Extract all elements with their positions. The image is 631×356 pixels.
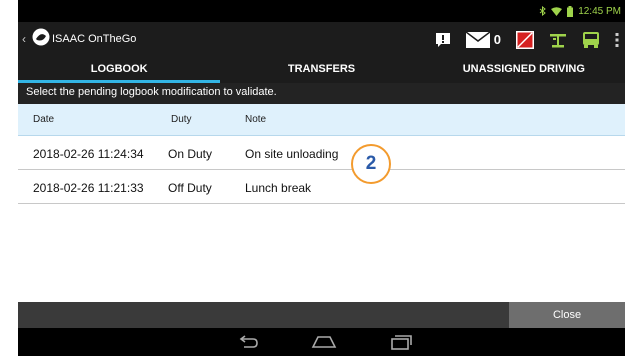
nav-back-icon[interactable] bbox=[239, 334, 259, 350]
device-screen: 12:45 PM ‹ ISAAC OnTheGo 0 LOGBOOK TRANS… bbox=[18, 0, 625, 356]
signal-tower-icon bbox=[550, 33, 566, 47]
message-count: 0 bbox=[493, 32, 501, 47]
callout-badge: 2 bbox=[351, 144, 391, 184]
logbook-table: Date Duty Note 2018-02-26 11:24:34 On Du… bbox=[18, 104, 625, 302]
instruction-text: Select the pending logbook modification … bbox=[18, 83, 625, 104]
tab-unassigned-driving[interactable]: UNASSIGNED DRIVING bbox=[423, 57, 625, 83]
vehicle-button[interactable] bbox=[582, 31, 600, 49]
status-indicators: 12:45 PM bbox=[539, 2, 621, 20]
row-duty: Off Duty bbox=[168, 181, 212, 195]
notepad-icon bbox=[516, 30, 534, 49]
back-icon[interactable]: ‹ bbox=[22, 32, 26, 46]
tab-bar: LOGBOOK TRANSFERS UNASSIGNED DRIVING bbox=[18, 57, 625, 83]
nav-recents-icon[interactable] bbox=[390, 334, 412, 350]
close-button[interactable]: Close bbox=[509, 302, 625, 328]
overflow-menu-icon bbox=[615, 32, 619, 47]
column-header-note: Note bbox=[245, 114, 267, 125]
row-date: 2018-02-26 11:24:34 bbox=[33, 147, 144, 161]
row-note: Lunch break bbox=[245, 181, 312, 195]
alert-button[interactable] bbox=[435, 32, 451, 48]
messages-button[interactable]: 0 bbox=[465, 31, 501, 48]
app-title: ISAAC OnTheGo bbox=[52, 33, 137, 45]
bluetooth-icon bbox=[539, 6, 546, 16]
tab-logbook[interactable]: LOGBOOK bbox=[18, 57, 221, 83]
app-bar-actions: 0 bbox=[420, 22, 619, 57]
table-row[interactable]: 2018-02-26 11:21:33 Off Duty Lunch break bbox=[18, 170, 625, 204]
row-duty: On Duty bbox=[168, 147, 213, 161]
tab-transfers[interactable]: TRANSFERS bbox=[220, 57, 422, 83]
isaac-logo-icon bbox=[32, 28, 50, 46]
system-nav-bar bbox=[18, 328, 625, 356]
table-header: Date Duty Note bbox=[18, 104, 625, 136]
battery-icon bbox=[567, 5, 574, 17]
overflow-menu-button[interactable] bbox=[615, 32, 619, 47]
row-date: 2018-02-26 11:21:33 bbox=[33, 181, 144, 195]
connectivity-button[interactable] bbox=[549, 31, 567, 49]
table-row[interactable]: 2018-02-26 11:24:34 On Duty On site unlo… bbox=[18, 136, 625, 170]
status-bar: 12:45 PM bbox=[18, 0, 625, 22]
mail-icon bbox=[465, 31, 490, 48]
status-time: 12:45 PM bbox=[578, 5, 621, 17]
app-bar: ‹ ISAAC OnTheGo 0 bbox=[18, 22, 625, 57]
truck-icon bbox=[583, 31, 599, 48]
footer-bar: Close bbox=[18, 302, 625, 328]
column-header-duty: Duty bbox=[171, 114, 192, 125]
nav-home-icon[interactable] bbox=[311, 334, 337, 350]
notepad-button[interactable] bbox=[516, 30, 534, 49]
alert-icon bbox=[435, 32, 450, 47]
wifi-icon bbox=[551, 6, 563, 16]
row-note: On site unloading bbox=[245, 147, 339, 161]
column-header-date: Date bbox=[33, 114, 55, 125]
